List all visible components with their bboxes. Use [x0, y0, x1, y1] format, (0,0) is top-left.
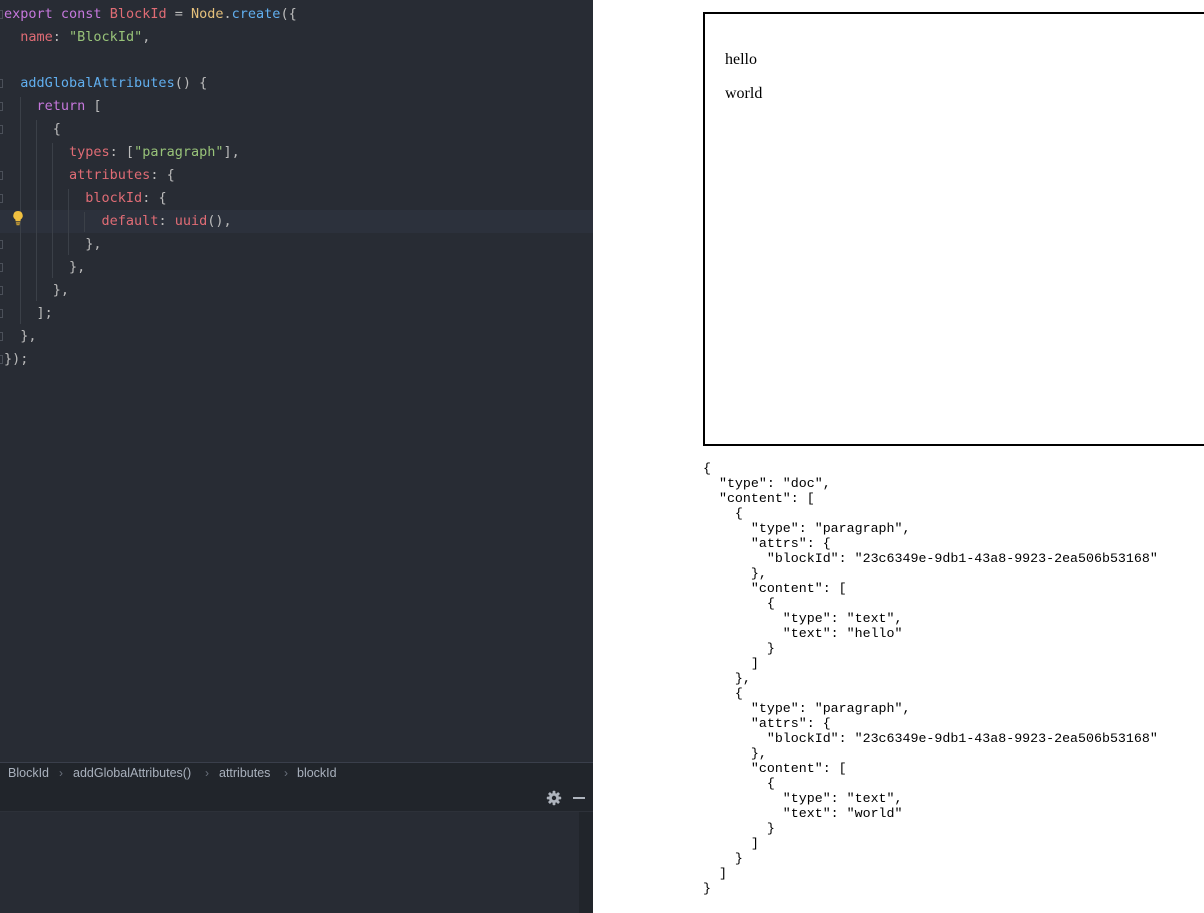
code-line[interactable]: types: ["paragraph"], — [0, 141, 593, 164]
code-token: "BlockId" — [69, 29, 143, 45]
breadcrumb: BlockId › addGlobalAttributes() › attrib… — [0, 762, 593, 784]
breadcrumb-separator: › — [205, 766, 209, 780]
indent-guide — [52, 143, 53, 278]
code-line[interactable]: }, — [0, 279, 593, 302]
code-token: : — [158, 213, 175, 229]
code-token: : { — [142, 190, 167, 206]
fold-marker-icon[interactable] — [0, 263, 3, 272]
code-token: BlockId — [109, 6, 167, 22]
indent-guide — [68, 189, 69, 255]
code-token: ], — [223, 144, 240, 160]
code-line[interactable]: name: "BlockId", — [0, 26, 593, 49]
code-line[interactable]: { — [0, 118, 593, 141]
code-line[interactable]: blockId: { — [0, 187, 593, 210]
code-token: default — [101, 213, 159, 229]
code-line[interactable]: addGlobalAttributes() { — [0, 72, 593, 95]
ide-panel: export const BlockId = Node.create({ nam… — [0, 0, 593, 913]
code-line[interactable] — [0, 49, 593, 72]
code-line[interactable]: return [ — [0, 95, 593, 118]
tool-window-content — [0, 812, 593, 913]
breadcrumb-separator: › — [284, 766, 288, 780]
code-line-current[interactable]: default: uuid(), — [0, 210, 593, 233]
indent-guide — [36, 120, 37, 301]
code-token: : — [52, 29, 70, 45]
code-token: (), — [207, 213, 232, 229]
code-token: : [ — [109, 144, 135, 160]
code-token: [ — [85, 98, 102, 114]
breadcrumb-item[interactable]: attributes — [219, 763, 270, 784]
fold-marker-icon[interactable] — [0, 79, 3, 88]
code-token: . — [223, 6, 232, 22]
code-token: , — [142, 29, 151, 45]
code-token: ({ — [280, 6, 297, 22]
code-token: const — [60, 6, 102, 22]
code-token: name — [20, 29, 53, 45]
code-line[interactable]: export const BlockId = Node.create({ — [0, 3, 593, 26]
code-token: { — [4, 121, 61, 137]
fold-marker-icon[interactable] — [0, 309, 3, 318]
code-line[interactable]: }, — [0, 233, 593, 256]
code-token: }, — [4, 328, 37, 344]
fold-marker-icon[interactable] — [0, 194, 3, 203]
fold-marker-icon[interactable] — [0, 355, 3, 364]
code-token: addGlobalAttributes — [20, 75, 175, 91]
fold-marker-icon[interactable] — [0, 125, 3, 134]
rich-text-editor[interactable]: hello world — [703, 12, 1204, 446]
code-token: ]; — [4, 305, 53, 321]
code-line[interactable]: }, — [0, 256, 593, 279]
code-token: : { — [150, 167, 175, 183]
code-line[interactable]: attributes: { — [0, 164, 593, 187]
code-token: types — [69, 144, 110, 160]
code-token: export — [4, 6, 53, 22]
code-token: }, — [4, 259, 86, 275]
breadcrumb-item[interactable]: BlockId — [8, 763, 49, 784]
code-token: = — [166, 6, 191, 22]
code-line[interactable]: }, — [0, 325, 593, 348]
editor-paragraph[interactable]: hello — [725, 51, 757, 69]
code-token: blockId — [85, 190, 143, 206]
breadcrumb-item[interactable]: addGlobalAttributes() — [73, 763, 191, 784]
editor-paragraph[interactable]: world — [725, 85, 762, 103]
tool-window-header — [0, 784, 593, 812]
code-token: }); — [4, 351, 29, 367]
json-output: { "type": "doc", "content": [ { "type": … — [703, 461, 1158, 896]
code-line[interactable]: }); — [0, 348, 593, 371]
code-token: create — [231, 6, 281, 22]
minimize-icon[interactable] — [573, 797, 585, 799]
fold-marker-icon[interactable] — [0, 171, 3, 180]
fold-marker-icon[interactable] — [0, 102, 3, 111]
code-token: attributes — [69, 167, 151, 183]
code-token: Node — [191, 6, 224, 22]
breadcrumb-separator: › — [59, 766, 63, 780]
lightbulb-icon[interactable] — [12, 210, 24, 226]
code-token: () { — [174, 75, 208, 91]
fold-marker-icon[interactable] — [0, 240, 3, 249]
code-editor[interactable]: export const BlockId = Node.create({ nam… — [0, 0, 593, 762]
code-line[interactable]: ]; — [0, 302, 593, 325]
breadcrumb-item[interactable]: blockId — [297, 763, 337, 784]
code-token: uuid — [174, 213, 208, 229]
code-token: return — [36, 98, 86, 114]
fold-marker-icon[interactable] — [0, 286, 3, 295]
code-token: "paragraph" — [134, 144, 224, 160]
indent-guide — [84, 212, 85, 232]
fold-marker-icon[interactable] — [0, 332, 3, 341]
scrollbar[interactable] — [579, 812, 593, 913]
gear-icon[interactable] — [546, 790, 562, 806]
fold-marker-icon[interactable] — [0, 10, 3, 19]
